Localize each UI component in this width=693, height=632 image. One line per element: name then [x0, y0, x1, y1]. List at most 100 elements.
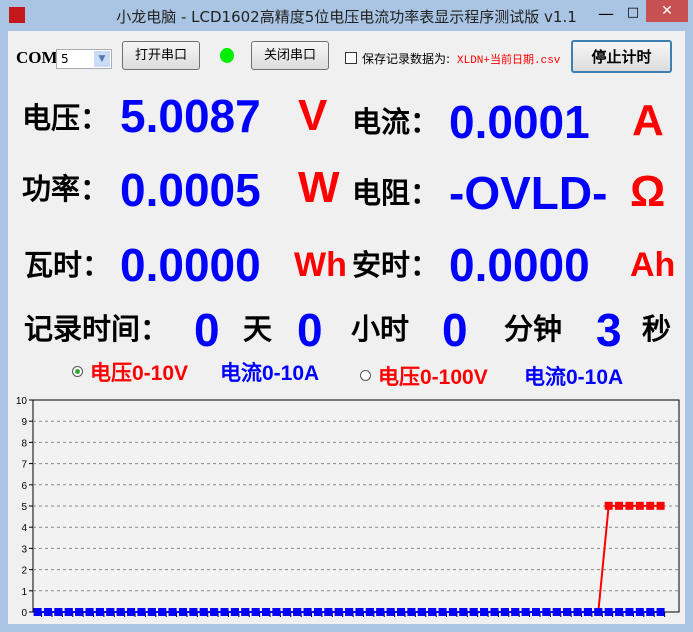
seconds-unit: 秒: [642, 312, 672, 346]
y-tick-label: 8: [21, 438, 27, 449]
data-point: [324, 608, 333, 616]
y-tick-label: 1: [21, 587, 27, 598]
data-point: [480, 608, 489, 616]
energy-value: 0.0000: [120, 239, 261, 291]
data-point: [365, 608, 374, 616]
resistance-unit: Ω: [630, 167, 666, 216]
data-point: [604, 607, 613, 616]
y-tick-label: 5: [21, 502, 27, 513]
data-point: [459, 608, 468, 616]
data-point: [490, 608, 499, 616]
days-value: 0: [194, 304, 220, 356]
data-point: [417, 608, 426, 616]
range-10v-voltage: 电压0-10V: [90, 362, 189, 385]
data-point: [615, 607, 624, 616]
open-port-button[interactable]: 打开串口: [122, 41, 200, 70]
stop-timer-button[interactable]: 停止计时: [571, 40, 672, 73]
save-filename: XLDN+当前日期.csv: [457, 55, 561, 67]
data-point: [189, 608, 198, 616]
chart: 0 1 2 3 4 5 6 7 8 9 10: [16, 396, 680, 619]
range-radio-100v[interactable]: [360, 370, 371, 381]
current-unit: A: [632, 96, 664, 145]
data-point: [594, 608, 603, 616]
title-bar: 小龙电脑 - LCD1602高精度5位电压电流功率表显示程序测试版 v1.1 —…: [0, 0, 693, 32]
data-point: [251, 608, 260, 616]
voltage-label: 电压：: [22, 101, 110, 135]
data-point: [147, 608, 156, 616]
data-point: [552, 608, 561, 616]
hours-value: 0: [297, 304, 323, 356]
current-label: 电流：: [352, 105, 440, 139]
energy-unit: Wh: [294, 246, 347, 284]
data-point: [85, 608, 94, 616]
data-point: [158, 608, 167, 616]
com-port-value: 5: [61, 52, 69, 66]
data-point: [469, 608, 478, 616]
y-tick-label: 6: [21, 481, 27, 492]
range-radio-10v[interactable]: [72, 366, 83, 377]
power-value: 0.0005: [120, 164, 261, 216]
y-tick-label: 0: [21, 608, 27, 619]
hours-unit: 小时: [351, 312, 410, 346]
data-point: [313, 608, 322, 616]
data-point: [386, 608, 395, 616]
data-point: [625, 501, 634, 510]
data-point: [583, 608, 592, 616]
data-point: [293, 608, 302, 616]
data-point: [376, 608, 385, 616]
voltage-unit: V: [298, 91, 328, 140]
save-data-checkbox[interactable]: [345, 52, 357, 64]
data-point: [625, 607, 634, 616]
power-label: 功率：: [22, 172, 110, 206]
y-tick-label: 2: [21, 566, 27, 577]
minutes-unit: 分钟: [504, 312, 563, 346]
data-point: [33, 608, 42, 616]
data-point: [199, 608, 208, 616]
minutes-value: 0: [442, 304, 468, 356]
data-point: [220, 608, 229, 616]
close-button[interactable]: ✕: [646, 0, 688, 22]
power-unit: W: [298, 163, 340, 212]
resistance-value: -OVLD-: [449, 167, 608, 219]
current-value: 0.0001: [449, 96, 590, 148]
data-point: [521, 608, 530, 616]
y-tick-label: 7: [21, 460, 27, 471]
data-point: [532, 608, 540, 616]
data-point: [355, 608, 364, 616]
minimize-button[interactable]: —: [592, 2, 620, 26]
data-point: [272, 608, 281, 616]
data-point: [656, 607, 665, 616]
days-unit: 天: [243, 312, 273, 346]
save-data-label: 保存记录数据为:: [362, 52, 451, 66]
data-point: [615, 501, 624, 510]
y-tick-label: 3: [21, 544, 27, 555]
data-point: [656, 501, 665, 510]
range-100v-current: 电流0-10A: [524, 366, 624, 389]
data-point: [54, 608, 63, 616]
data-point: [500, 608, 509, 616]
maximize-button[interactable]: □: [620, 2, 646, 26]
com-label: COM: [16, 48, 58, 67]
data-point: [334, 608, 343, 616]
data-point: [646, 607, 655, 616]
chevron-down-icon[interactable]: ▼: [94, 51, 110, 67]
data-point: [303, 608, 312, 616]
data-point: [511, 608, 520, 616]
data-point: [542, 608, 551, 616]
data-point: [563, 608, 572, 616]
data-point: [262, 608, 271, 616]
data-point: [635, 501, 644, 510]
com-port-select[interactable]: 5 ▼: [56, 49, 112, 69]
data-point: [210, 608, 219, 616]
data-point: [127, 608, 136, 616]
close-port-button[interactable]: 关闭串口: [251, 41, 329, 70]
charge-value: 0.0000: [449, 239, 590, 291]
y-tick-label: 4: [21, 523, 27, 534]
data-point: [75, 608, 84, 616]
charge-unit: Ah: [630, 246, 676, 284]
data-point: [438, 608, 447, 616]
data-point: [635, 607, 644, 616]
data-point: [345, 608, 354, 616]
data-point: [230, 608, 239, 616]
range-10v-current: 电流0-10A: [220, 362, 320, 385]
